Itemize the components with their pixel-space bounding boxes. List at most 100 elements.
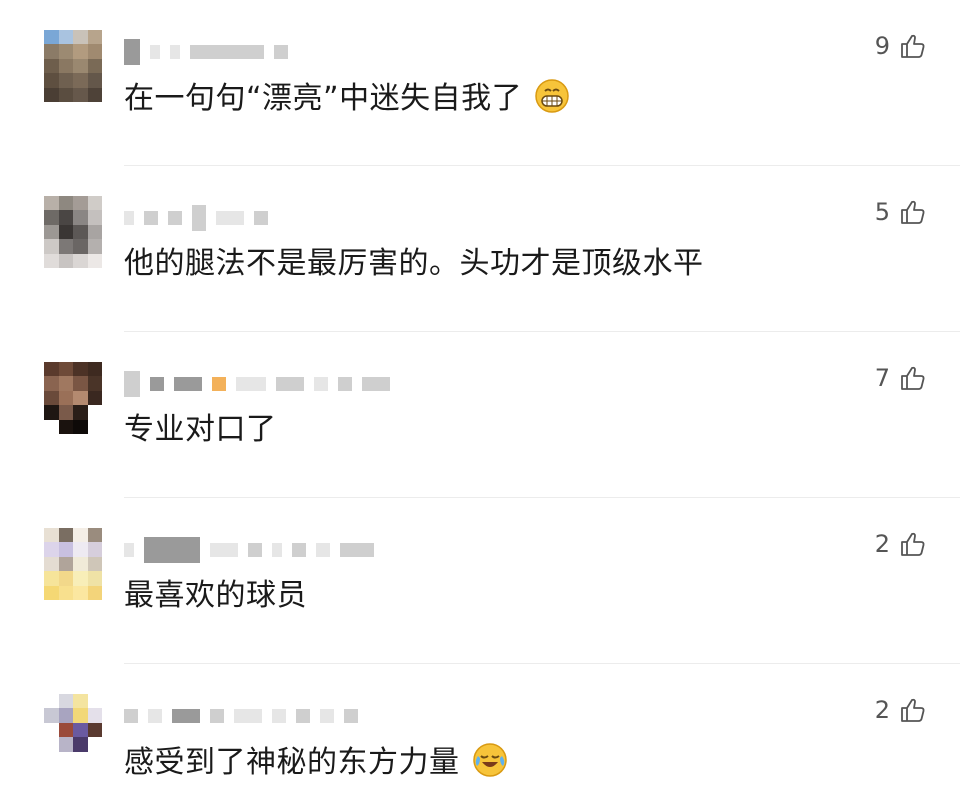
avatar-pixel [87, 196, 102, 211]
thumbs-up-icon[interactable] [898, 530, 926, 558]
avatar-pixel [73, 542, 88, 557]
avatar-pixel [73, 210, 88, 225]
avatar-pixel [44, 73, 59, 88]
like-button[interactable]: 7 [875, 364, 926, 392]
avatar-pixel [58, 58, 73, 74]
comment-text: 他的腿法不是最厉害的。头功才是顶级水平 [124, 246, 704, 281]
comment-item: 专业对口了 7 [0, 332, 960, 498]
avatar-pixel [44, 30, 59, 45]
avatar-pixel [87, 405, 102, 420]
avatar-pixel [73, 528, 88, 543]
thumbs-up-icon[interactable] [898, 32, 926, 60]
like-count: 2 [874, 696, 890, 724]
avatar-pixel [44, 571, 59, 586]
like-count: 5 [874, 198, 890, 226]
avatar-pixel [73, 390, 88, 406]
like-count: 7 [874, 364, 890, 392]
avatar-pixel [73, 30, 88, 45]
avatar-pixel [44, 737, 59, 752]
avatar-pixel [44, 419, 59, 434]
avatar-pixel [58, 571, 73, 586]
avatar-pixel [87, 253, 102, 268]
avatar-pixel [73, 419, 88, 434]
avatar-pixel [44, 224, 59, 240]
avatar-pixel [58, 376, 73, 391]
avatar-pixel [73, 253, 88, 268]
like-button[interactable]: 2 [875, 530, 926, 558]
avatar-pixel [73, 556, 88, 572]
avatar-pixel [73, 751, 88, 766]
username-blurred[interactable] [124, 205, 268, 231]
username-blurred[interactable] [124, 371, 390, 397]
avatar-pixel [73, 722, 88, 738]
avatar-pixel [44, 196, 59, 211]
like-button[interactable]: 9 [875, 32, 926, 60]
avatar-pixel [58, 751, 73, 766]
comment-item: 他的腿法不是最厉害的。头功才是顶级水平 5 [0, 166, 960, 332]
avatar-pixel [58, 44, 73, 59]
comment-item: 最喜欢的球员 2 [0, 498, 960, 664]
avatar-pixel [87, 30, 102, 45]
avatar-pixel [87, 751, 102, 766]
avatar[interactable] [44, 362, 102, 434]
avatar-pixel [44, 694, 59, 709]
avatar-pixel [58, 585, 73, 600]
avatar-pixel [44, 405, 59, 420]
avatar-pixel [44, 708, 59, 723]
avatar-pixel [87, 390, 102, 406]
avatar-pixel [87, 224, 102, 240]
avatar-pixel [73, 73, 88, 88]
like-button[interactable]: 5 [875, 198, 926, 226]
comment-text: 专业对口了 [124, 412, 277, 447]
avatar[interactable] [44, 528, 102, 600]
avatar[interactable] [44, 196, 102, 268]
like-count: 2 [874, 530, 890, 558]
like-button[interactable]: 2 [875, 696, 926, 724]
avatar-pixel [87, 585, 102, 600]
avatar-pixel [58, 210, 73, 225]
avatar-pixel [58, 556, 73, 572]
comment-text: 最喜欢的球员 [124, 578, 307, 613]
avatar-pixel [73, 44, 88, 59]
avatar-pixel [73, 585, 88, 600]
avatar-pixel [87, 376, 102, 391]
avatar-pixel [87, 542, 102, 557]
thumbs-up-icon[interactable] [898, 364, 926, 392]
avatar-pixel [87, 708, 102, 723]
avatar-pixel [73, 239, 88, 254]
like-count: 9 [874, 32, 890, 60]
thumbs-up-icon[interactable] [898, 696, 926, 724]
grinning-face-emoji [534, 78, 570, 114]
username-blurred[interactable] [124, 39, 288, 65]
avatar-pixel [44, 542, 59, 557]
avatar[interactable] [44, 30, 102, 102]
avatar-pixel [58, 87, 73, 102]
avatar-pixel [58, 253, 73, 268]
avatar-pixel [73, 694, 88, 709]
avatar-pixel [73, 224, 88, 240]
avatar-pixel [44, 376, 59, 391]
avatar-pixel [73, 571, 88, 586]
avatar-pixel [58, 239, 73, 254]
avatar-pixel [73, 708, 88, 723]
avatar-pixel [73, 376, 88, 391]
avatar-pixel [44, 722, 59, 738]
avatar[interactable] [44, 694, 102, 766]
avatar-pixel [73, 405, 88, 420]
avatar-pixel [58, 224, 73, 240]
thumbs-up-icon[interactable] [898, 198, 926, 226]
avatar-pixel [58, 694, 73, 709]
comment-list: 在一句句“漂亮”中迷失自我了 9 他的腿法不是最厉害的。头功才是顶级水平 5 专… [0, 0, 960, 799]
avatar-pixel [87, 58, 102, 74]
avatar-pixel [87, 528, 102, 543]
avatar-pixel [44, 390, 59, 406]
avatar-pixel [73, 737, 88, 752]
avatar-pixel [73, 87, 88, 102]
avatar-pixel [44, 44, 59, 59]
username-blurred[interactable] [124, 537, 374, 563]
avatar-pixel [87, 556, 102, 572]
avatar-pixel [58, 708, 73, 723]
avatar-pixel [44, 87, 59, 102]
avatar-pixel [58, 362, 73, 377]
username-blurred[interactable] [124, 706, 358, 726]
